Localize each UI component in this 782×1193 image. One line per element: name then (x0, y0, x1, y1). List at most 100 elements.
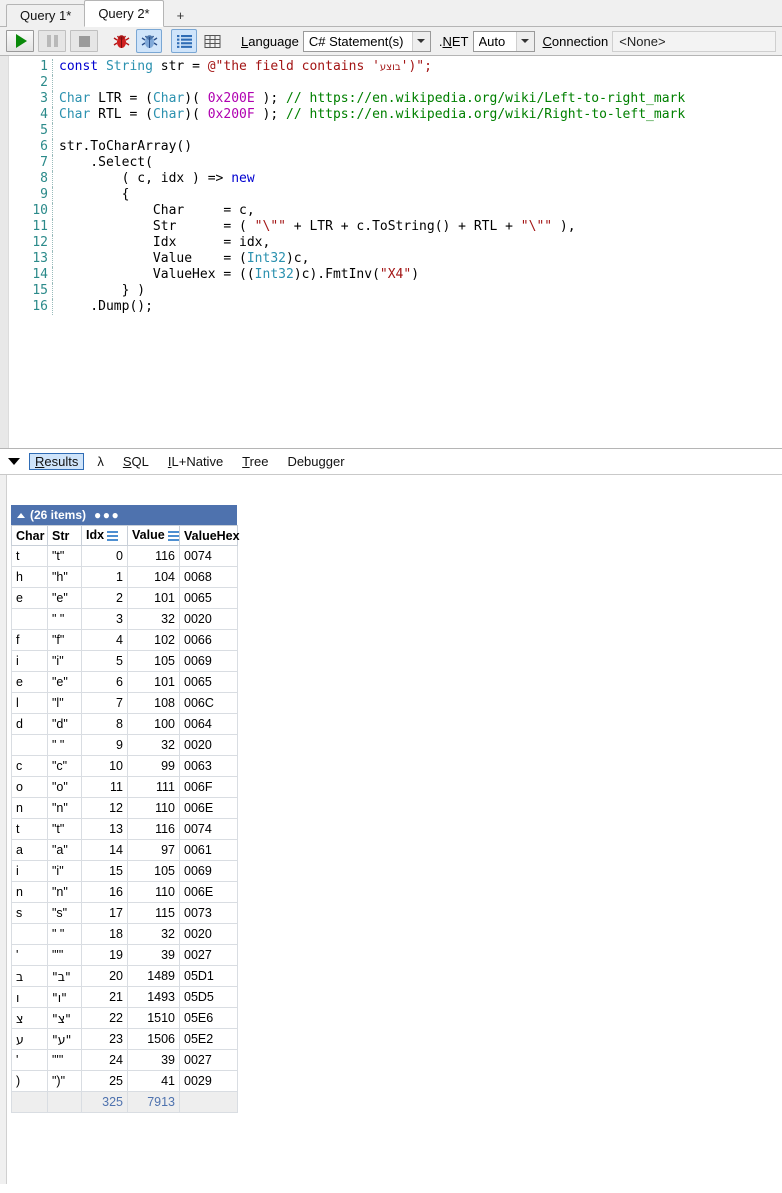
table-row[interactable]: צ "צ" 22 1510 05E6 (11, 1007, 238, 1029)
cell-char[interactable]: d (11, 713, 48, 735)
tab-tree[interactable]: Tree (236, 453, 274, 470)
column-header-value[interactable]: Value (127, 525, 180, 546)
cell-value[interactable]: 101 (127, 671, 180, 693)
tab-il-native[interactable]: IL+Native (162, 453, 229, 470)
cell-hex[interactable]: 0069 (179, 650, 238, 672)
cell-idx[interactable]: 16 (81, 881, 128, 903)
column-menu-icon[interactable] (167, 529, 179, 543)
cell-value[interactable]: 110 (127, 881, 180, 903)
cell-idx[interactable]: 13 (81, 818, 128, 840)
cell-value[interactable]: 1510 (127, 1007, 180, 1029)
cell-value[interactable]: 102 (127, 629, 180, 651)
cell-idx[interactable]: 2 (81, 587, 128, 609)
table-row[interactable]: " " 9 32 0020 (11, 734, 238, 756)
cell-char[interactable] (11, 923, 48, 945)
cell-str[interactable]: "l" (47, 692, 82, 714)
cell-idx[interactable]: 17 (81, 902, 128, 924)
cell-hex[interactable]: 0066 (179, 629, 238, 651)
table-row[interactable]: d "d" 8 100 0064 (11, 713, 238, 735)
cell-str[interactable]: "h" (47, 566, 82, 588)
cell-hex[interactable]: 0064 (179, 713, 238, 735)
cell-char[interactable]: n (11, 797, 48, 819)
cell-char[interactable]: l (11, 692, 48, 714)
cell-hex[interactable]: 0027 (179, 1049, 238, 1071)
cell-char[interactable] (11, 608, 48, 630)
cell-idx[interactable]: 11 (81, 776, 128, 798)
cell-str[interactable]: "ע" (47, 1028, 82, 1050)
stop-button[interactable] (70, 30, 98, 52)
cell-value[interactable]: 32 (127, 734, 180, 756)
cell-value[interactable]: 39 (127, 944, 180, 966)
cell-hex[interactable]: 006C (179, 692, 238, 714)
table-row[interactable]: n "n" 12 110 006E (11, 797, 238, 819)
cell-str[interactable]: "o" (47, 776, 82, 798)
table-row[interactable]: ) ")" 25 41 0029 (11, 1070, 238, 1092)
cell-hex[interactable]: 0061 (179, 839, 238, 861)
table-row[interactable]: o "o" 11 111 006F (11, 776, 238, 798)
code-text-area[interactable]: 1 const String str = @"the field contains… (9, 56, 782, 448)
cell-value[interactable]: 115 (127, 902, 180, 924)
cell-idx[interactable]: 22 (81, 1007, 128, 1029)
cell-hex[interactable]: 05D1 (179, 965, 238, 987)
cell-char[interactable]: e (11, 671, 48, 693)
table-row[interactable]: e "e" 2 101 0065 (11, 587, 238, 609)
cell-idx[interactable]: 6 (81, 671, 128, 693)
cell-str[interactable]: " " (47, 923, 82, 945)
cell-idx[interactable]: 18 (81, 923, 128, 945)
cell-hex[interactable]: 0065 (179, 587, 238, 609)
cell-char[interactable]: t (11, 818, 48, 840)
cell-idx[interactable]: 8 (81, 713, 128, 735)
cell-str[interactable]: "'" (47, 944, 82, 966)
query-tab-1[interactable]: Query 1* (6, 4, 86, 27)
cell-idx[interactable]: 25 (81, 1070, 128, 1092)
cell-idx[interactable]: 15 (81, 860, 128, 882)
cell-value[interactable]: 101 (127, 587, 180, 609)
cell-hex[interactable]: 006F (179, 776, 238, 798)
tab-sql[interactable]: SQL (117, 453, 155, 470)
cell-str[interactable]: "s" (47, 902, 82, 924)
table-row[interactable]: c "c" 10 99 0063 (11, 755, 238, 777)
cell-idx[interactable]: 12 (81, 797, 128, 819)
cell-value[interactable]: 116 (127, 545, 180, 567)
table-row[interactable]: t "t" 13 116 0074 (11, 818, 238, 840)
cell-idx[interactable]: 3 (81, 608, 128, 630)
cell-idx[interactable]: 14 (81, 839, 128, 861)
cell-value[interactable]: 105 (127, 860, 180, 882)
cell-char[interactable]: i (11, 650, 48, 672)
cell-hex[interactable]: 006E (179, 797, 238, 819)
cell-str[interactable]: "'" (47, 1049, 82, 1071)
table-row[interactable]: t "t" 0 116 0074 (11, 545, 238, 567)
cell-value[interactable]: 1506 (127, 1028, 180, 1050)
cell-idx[interactable]: 0 (81, 545, 128, 567)
table-row[interactable]: " " 3 32 0020 (11, 608, 238, 630)
cell-value[interactable]: 32 (127, 608, 180, 630)
cell-value[interactable]: 99 (127, 755, 180, 777)
code-editor[interactable]: 1 const String str = @"the field contains… (0, 56, 782, 449)
cell-str[interactable]: "ו" (47, 986, 82, 1008)
table-row[interactable]: i "i" 15 105 0069 (11, 860, 238, 882)
cell-idx[interactable]: 21 (81, 986, 128, 1008)
cell-hex[interactable]: 0068 (179, 566, 238, 588)
cell-char[interactable]: n (11, 881, 48, 903)
cell-char[interactable]: ב (11, 965, 48, 987)
cell-value[interactable]: 1489 (127, 965, 180, 987)
table-row[interactable]: s "s" 17 115 0073 (11, 902, 238, 924)
cell-value[interactable]: 116 (127, 818, 180, 840)
connection-select[interactable]: <None> (612, 30, 776, 52)
column-header-char[interactable]: Char (11, 525, 48, 546)
run-button[interactable] (6, 30, 34, 52)
cell-hex[interactable]: 0073 (179, 902, 238, 924)
cell-char[interactable]: ' (11, 1049, 48, 1071)
cell-char[interactable]: e (11, 587, 48, 609)
debug-button[interactable] (108, 29, 134, 53)
column-menu-icon[interactable] (107, 529, 119, 543)
table-row[interactable]: " " 18 32 0020 (11, 923, 238, 945)
cell-str[interactable]: "c" (47, 755, 82, 777)
cell-hex[interactable]: 0074 (179, 818, 238, 840)
cell-char[interactable] (11, 734, 48, 756)
cell-idx[interactable]: 20 (81, 965, 128, 987)
cell-char[interactable]: i (11, 860, 48, 882)
cell-idx[interactable]: 10 (81, 755, 128, 777)
table-row[interactable]: ע "ע" 23 1506 05E2 (11, 1028, 238, 1050)
net-version-select[interactable]: Auto (472, 30, 535, 52)
